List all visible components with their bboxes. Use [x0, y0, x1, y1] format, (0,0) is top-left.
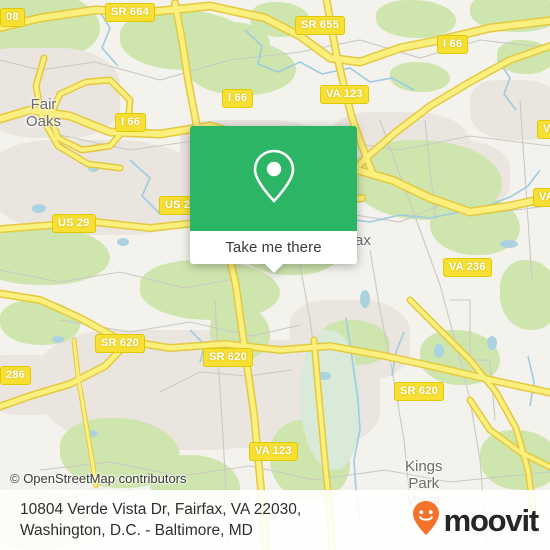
- take-me-there-button[interactable]: Take me there: [225, 239, 321, 256]
- road-shield: SR 620: [95, 334, 145, 353]
- moovit-brand: moovit: [412, 500, 540, 541]
- popup-tail: [263, 263, 284, 273]
- road-shield: I 66: [115, 113, 147, 132]
- road-shield: SR 620: [203, 348, 253, 367]
- footer-bar: 10804 Verde Vista Dr, Fairfax, VA 22030,…: [0, 490, 550, 550]
- road-shield: US 29: [52, 214, 96, 233]
- road-shield: I 66: [437, 35, 469, 54]
- road-shield: SR 664: [105, 3, 155, 22]
- map-canvas[interactable]: 08SR 664SR 655I 66I 66VA 123I 66VAUS 29U…: [0, 0, 550, 550]
- road-shield: VA 236: [443, 258, 492, 277]
- road-shield: SR 655: [295, 16, 345, 35]
- road-shield: VA: [537, 120, 550, 139]
- road-shield: 08: [0, 8, 25, 27]
- popup-footer[interactable]: Take me there: [190, 231, 357, 273]
- road-shield: VA 123: [249, 442, 298, 461]
- road-shield: 286: [0, 366, 31, 385]
- moovit-smiley-pin-icon: [412, 500, 440, 541]
- location-pin-icon: [251, 147, 297, 210]
- destination-popup[interactable]: Take me there: [190, 126, 357, 273]
- road-shield: VA: [533, 188, 550, 207]
- address-label: 10804 Verde Vista Dr, Fairfax, VA 22030,…: [20, 501, 302, 539]
- moovit-map-screenshot: 08SR 664SR 655I 66I 66VA 123I 66VAUS 29U…: [0, 0, 550, 550]
- place-label: Fair Oaks: [26, 96, 62, 130]
- road-shield: SR 620: [394, 382, 444, 401]
- popup-header: [190, 126, 357, 231]
- road-shield: VA 123: [320, 85, 369, 104]
- place-label: ax: [355, 232, 371, 249]
- openstreetmap-attribution: © OpenStreetMap contributors: [10, 471, 187, 486]
- road-shield: I 66: [222, 89, 254, 108]
- moovit-wordmark: moovit: [443, 502, 540, 538]
